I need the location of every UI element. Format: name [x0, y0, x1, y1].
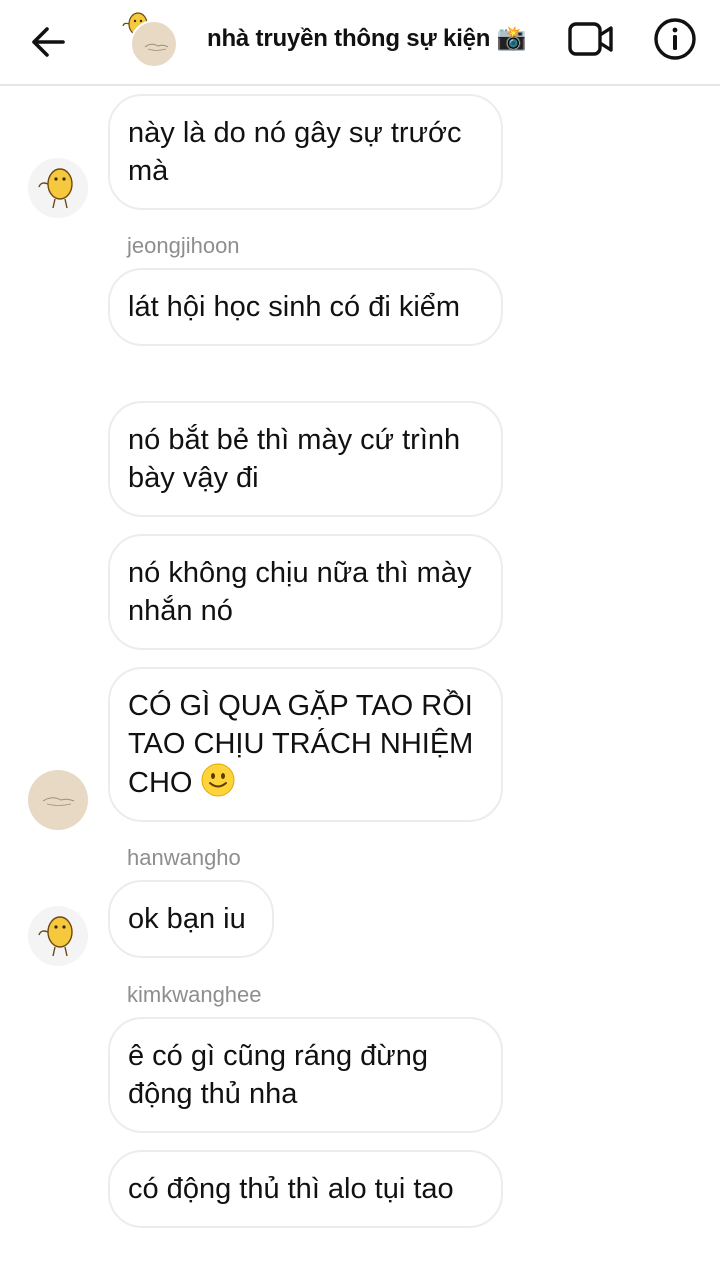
sender-name: kimkwanghee	[127, 982, 262, 1007]
message-bubble[interactable]: ê có gì cũng ráng đừng động thủ nha	[108, 1017, 503, 1133]
group-avatar[interactable]	[116, 8, 182, 70]
slightly-smiling-face-icon	[201, 763, 235, 797]
message-text: CÓ GÌ QUA GẶP TAO RỒI TAO CHỊU TRÁCH NHI…	[128, 690, 474, 799]
sender-name: hanwangho	[127, 845, 241, 870]
chat-screen: nhà truyền thông sự kiện 📸 này là do nó …	[0, 0, 720, 1268]
message-text: có động thủ thì alo tụi tao	[128, 1173, 454, 1205]
message-text: nó bắt bẻ thì mày cứ trình bày vậy đi	[128, 424, 461, 494]
video-call-button[interactable]	[566, 18, 616, 60]
arrow-left-icon	[32, 27, 65, 57]
video-camera-icon	[568, 22, 613, 56]
chat-title[interactable]: nhà truyền thông sự kiện 📸	[207, 24, 527, 53]
message-bubble[interactable]: ok bạn iu	[108, 880, 274, 958]
sender-avatar[interactable]	[28, 158, 88, 218]
potato-avatar-icon	[38, 168, 73, 209]
message-text: ê có gì cũng ráng đừng động thủ nha	[128, 1040, 428, 1110]
message-text: ok bạn iu	[128, 903, 246, 935]
sketch-avatar	[130, 20, 178, 68]
sketch-icon	[42, 797, 75, 806]
message-bubble[interactable]: nó bắt bẻ thì mày cứ trình bày vậy đi	[108, 401, 503, 517]
potato-avatar-icon	[38, 916, 73, 957]
message-bubble[interactable]: nó không chịu nữa thì mày nhắn nó	[108, 534, 503, 650]
message-bubble[interactable]: này là do nó gây sự trước mà	[108, 94, 503, 210]
sender-avatar[interactable]	[28, 770, 88, 830]
message-text: này là do nó gây sự trước mà	[128, 117, 462, 187]
message-bubble[interactable]: CÓ GÌ QUA GẶP TAO RỒI TAO CHỊU TRÁCH NHI…	[108, 667, 503, 822]
message-text: nó không chịu nữa thì mày nhắn nó	[128, 557, 472, 627]
info-icon	[654, 18, 696, 60]
info-button[interactable]	[652, 16, 698, 62]
sketch-icon	[144, 43, 169, 51]
sender-avatar[interactable]	[28, 906, 88, 966]
chat-header: nhà truyền thông sự kiện 📸	[0, 0, 720, 86]
sender-name: jeongjihoon	[127, 233, 240, 258]
back-button[interactable]	[26, 20, 70, 64]
message-bubble[interactable]: lát hội học sinh có đi kiểm	[108, 268, 503, 346]
message-bubble[interactable]: có động thủ thì alo tụi tao	[108, 1150, 503, 1228]
message-text: lát hội học sinh có đi kiểm	[128, 291, 461, 323]
